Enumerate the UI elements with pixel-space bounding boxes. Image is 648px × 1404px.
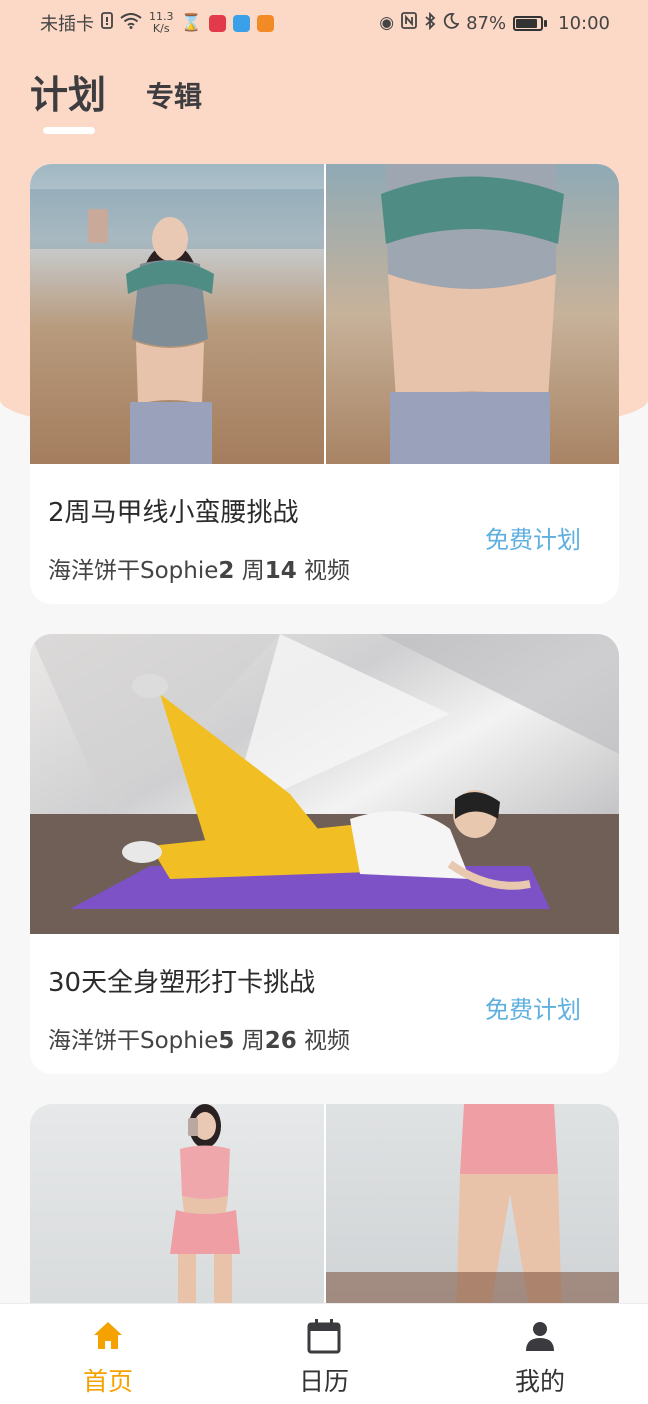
nav-home[interactable]: 首页 bbox=[0, 1304, 216, 1404]
net-speed: 11.3 K/s bbox=[149, 11, 174, 35]
plan-weeks: 2 bbox=[218, 558, 235, 584]
bottom-nav: 首页 日历 我的 bbox=[0, 1303, 648, 1404]
tab-indicator bbox=[43, 127, 95, 134]
clock: 10:00 bbox=[558, 12, 610, 34]
plan-videos-unit: 视频 bbox=[296, 558, 351, 584]
battery-percent: 87% bbox=[466, 12, 507, 34]
video-app-icon bbox=[232, 14, 250, 32]
free-plan-badge[interactable]: 免费计划 bbox=[485, 990, 581, 1025]
cover-photo-right bbox=[325, 164, 619, 464]
top-tabs: 计划 专辑 bbox=[30, 64, 202, 119]
plan-videos-unit: 视频 bbox=[296, 1028, 351, 1054]
carrier-text: 未插卡 bbox=[40, 14, 94, 35]
plan-author: 海洋饼干Sophie bbox=[48, 1028, 219, 1054]
plan-cover-image bbox=[30, 164, 619, 464]
nav-calendar[interactable]: 日历 bbox=[216, 1304, 432, 1404]
tab-albums[interactable]: 专辑 bbox=[146, 75, 202, 119]
sim-icon bbox=[101, 12, 113, 34]
plan-weeks: 5 bbox=[218, 1028, 235, 1054]
plan-videos: 26 bbox=[264, 1028, 297, 1054]
status-bar: 未插卡 11.3 K/s ⌛ ◉ 87% 10:00 bbox=[0, 0, 648, 46]
plan-weeks-unit: 周 bbox=[234, 1028, 265, 1054]
app-notification-icon bbox=[208, 14, 226, 32]
plan-meta: 海洋饼干Sophie5 周26 视频 bbox=[48, 1021, 601, 1055]
home-icon bbox=[94, 1322, 122, 1349]
plan-meta: 海洋饼干Sophie2 周14 视频 bbox=[48, 551, 601, 585]
plan-card[interactable] bbox=[30, 1104, 619, 1324]
moon-icon bbox=[443, 12, 460, 34]
cover-photo-right bbox=[325, 1104, 619, 1324]
plan-info: 30天全身塑形打卡挑战 海洋饼干Sophie5 周26 视频 免费计划 bbox=[30, 934, 619, 1074]
battery-icon bbox=[513, 15, 548, 31]
cover-photo bbox=[30, 634, 619, 934]
plan-author: 海洋饼干Sophie bbox=[48, 558, 219, 584]
plan-cover-image bbox=[30, 1104, 619, 1324]
plan-info: 2周马甲线小蛮腰挑战 海洋饼干Sophie2 周14 视频 免费计划 bbox=[30, 464, 619, 604]
net-speed-unit: K/s bbox=[152, 22, 170, 35]
nav-calendar-label: 日历 bbox=[298, 1367, 349, 1396]
nfc-icon bbox=[401, 12, 418, 34]
cover-photo-left bbox=[30, 1104, 324, 1324]
hourglass-icon: ⌛ bbox=[180, 13, 202, 33]
eye-icon: ◉ bbox=[379, 13, 395, 33]
free-plan-badge[interactable]: 免费计划 bbox=[485, 520, 581, 555]
plan-card[interactable]: 30天全身塑形打卡挑战 海洋饼干Sophie5 周26 视频 免费计划 bbox=[30, 634, 619, 1074]
play-app-icon bbox=[256, 14, 274, 32]
nav-profile[interactable]: 我的 bbox=[432, 1304, 648, 1404]
nav-home-label: 首页 bbox=[82, 1367, 133, 1396]
nav-profile-label: 我的 bbox=[514, 1367, 565, 1396]
user-icon bbox=[526, 1322, 554, 1351]
bluetooth-icon bbox=[424, 11, 436, 35]
plan-videos: 14 bbox=[264, 558, 297, 584]
plan-weeks-unit: 周 bbox=[234, 558, 265, 584]
plan-cover-image bbox=[30, 634, 619, 934]
plan-card[interactable]: 2周马甲线小蛮腰挑战 海洋饼干Sophie2 周14 视频 免费计划 bbox=[30, 164, 619, 604]
cover-photo-left bbox=[30, 164, 324, 464]
tab-plans[interactable]: 计划 bbox=[30, 64, 106, 119]
calendar-icon bbox=[307, 1319, 341, 1354]
wifi-icon bbox=[120, 12, 142, 34]
